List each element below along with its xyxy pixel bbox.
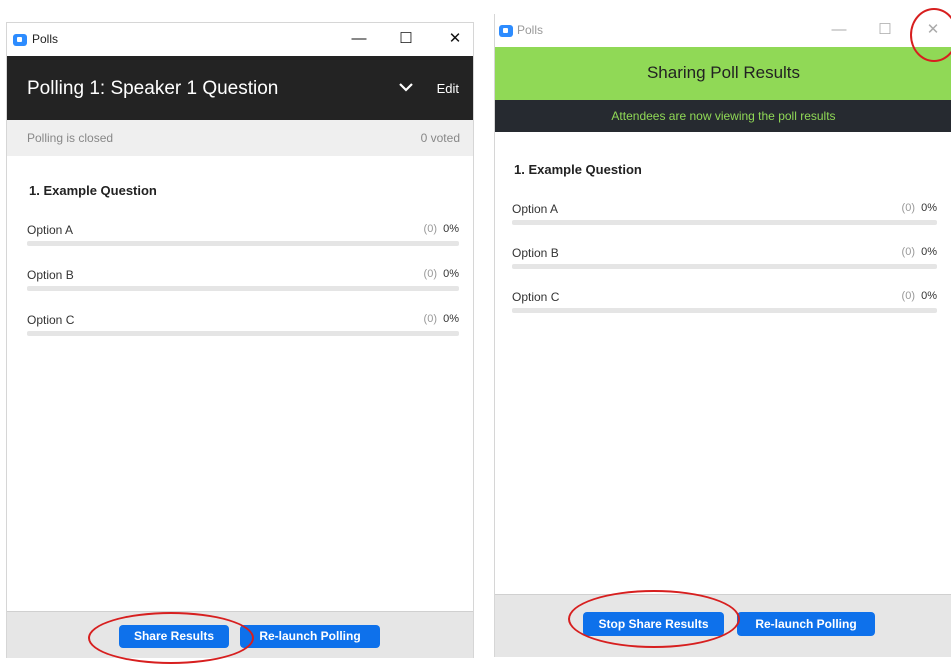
sharing-notice: Attendees are now viewing the poll resul…: [611, 109, 836, 123]
sharing-header: Sharing Poll Results: [495, 47, 951, 100]
option-count: (0): [423, 223, 437, 235]
result-bar: [512, 264, 937, 269]
stop-share-results-button[interactable]: Stop Share Results: [583, 612, 724, 636]
list-item: Option C (0) 0%: [512, 290, 937, 314]
option-label: Option B: [27, 268, 74, 282]
option-label: Option B: [512, 246, 559, 260]
result-bar: [512, 220, 937, 225]
option-percent: 0%: [443, 268, 459, 280]
relaunch-polling-button[interactable]: Re-launch Polling: [737, 612, 875, 636]
poll-status: Polling is closed: [27, 131, 114, 145]
list-item: Option A (0) 0%: [512, 202, 937, 226]
question-title: 1. Example Question: [29, 183, 157, 198]
result-bar: [512, 308, 937, 313]
maximize-icon[interactable]: ☐: [872, 18, 898, 42]
minimize-icon[interactable]: —: [346, 27, 372, 51]
close-icon[interactable]: ✕: [442, 27, 468, 51]
option-label: Option C: [27, 313, 75, 327]
polls-window-right: Polls — ☐ ✕ Sharing Poll Results Attende…: [494, 14, 951, 657]
option-count: (0): [901, 246, 915, 258]
list-item: Option C (0) 0%: [27, 313, 459, 337]
option-count: (0): [423, 313, 437, 325]
option-label: Option A: [512, 202, 559, 216]
result-bar: [27, 331, 459, 336]
zoom-app-icon: [13, 34, 27, 46]
maximize-icon[interactable]: ☐: [393, 27, 419, 51]
result-bar: [27, 241, 459, 246]
list-item: Option A (0) 0%: [27, 223, 459, 247]
poll-header: Polling 1: Speaker 1 Question Edit: [7, 56, 473, 120]
edit-button[interactable]: Edit: [437, 81, 459, 96]
voted-count: 0 voted: [420, 131, 460, 145]
polls-window-left: Polls — ☐ ✕ Polling 1: Speaker 1 Questio…: [6, 22, 474, 658]
option-count: (0): [901, 202, 915, 214]
option-label: Option A: [27, 223, 74, 237]
window-title: Polls: [32, 32, 59, 46]
footer-bar: Stop Share Results Re-launch Polling: [495, 594, 951, 657]
result-bar: [27, 286, 459, 291]
share-results-button[interactable]: Share Results: [119, 625, 229, 648]
title-bar: Polls — ☐ ✕: [495, 14, 951, 47]
chevron-down-icon[interactable]: [397, 80, 415, 94]
option-percent: 0%: [921, 246, 937, 258]
sharing-title: Sharing Poll Results: [646, 63, 801, 82]
poll-title: Polling 1: Speaker 1 Question: [27, 78, 279, 99]
option-count: (0): [901, 290, 915, 302]
footer-bar: Share Results Re-launch Polling: [7, 611, 473, 658]
window-title: Polls: [517, 23, 544, 37]
minimize-icon[interactable]: —: [826, 18, 852, 42]
option-count: (0): [423, 268, 437, 280]
option-percent: 0%: [921, 202, 937, 214]
relaunch-polling-button[interactable]: Re-launch Polling: [240, 625, 380, 648]
close-icon[interactable]: ✕: [920, 18, 946, 42]
option-percent: 0%: [443, 313, 459, 325]
option-percent: 0%: [921, 290, 937, 302]
list-item: Option B (0) 0%: [512, 246, 937, 270]
option-percent: 0%: [443, 223, 459, 235]
title-bar: Polls — ☐ ✕: [7, 23, 473, 56]
notice-bar: Attendees are now viewing the poll resul…: [495, 100, 951, 132]
question-title: 1. Example Question: [514, 162, 642, 177]
option-label: Option C: [512, 290, 560, 304]
poll-status-bar: Polling is closed 0 voted: [7, 120, 473, 156]
list-item: Option B (0) 0%: [27, 268, 459, 292]
zoom-app-icon: [499, 25, 513, 37]
